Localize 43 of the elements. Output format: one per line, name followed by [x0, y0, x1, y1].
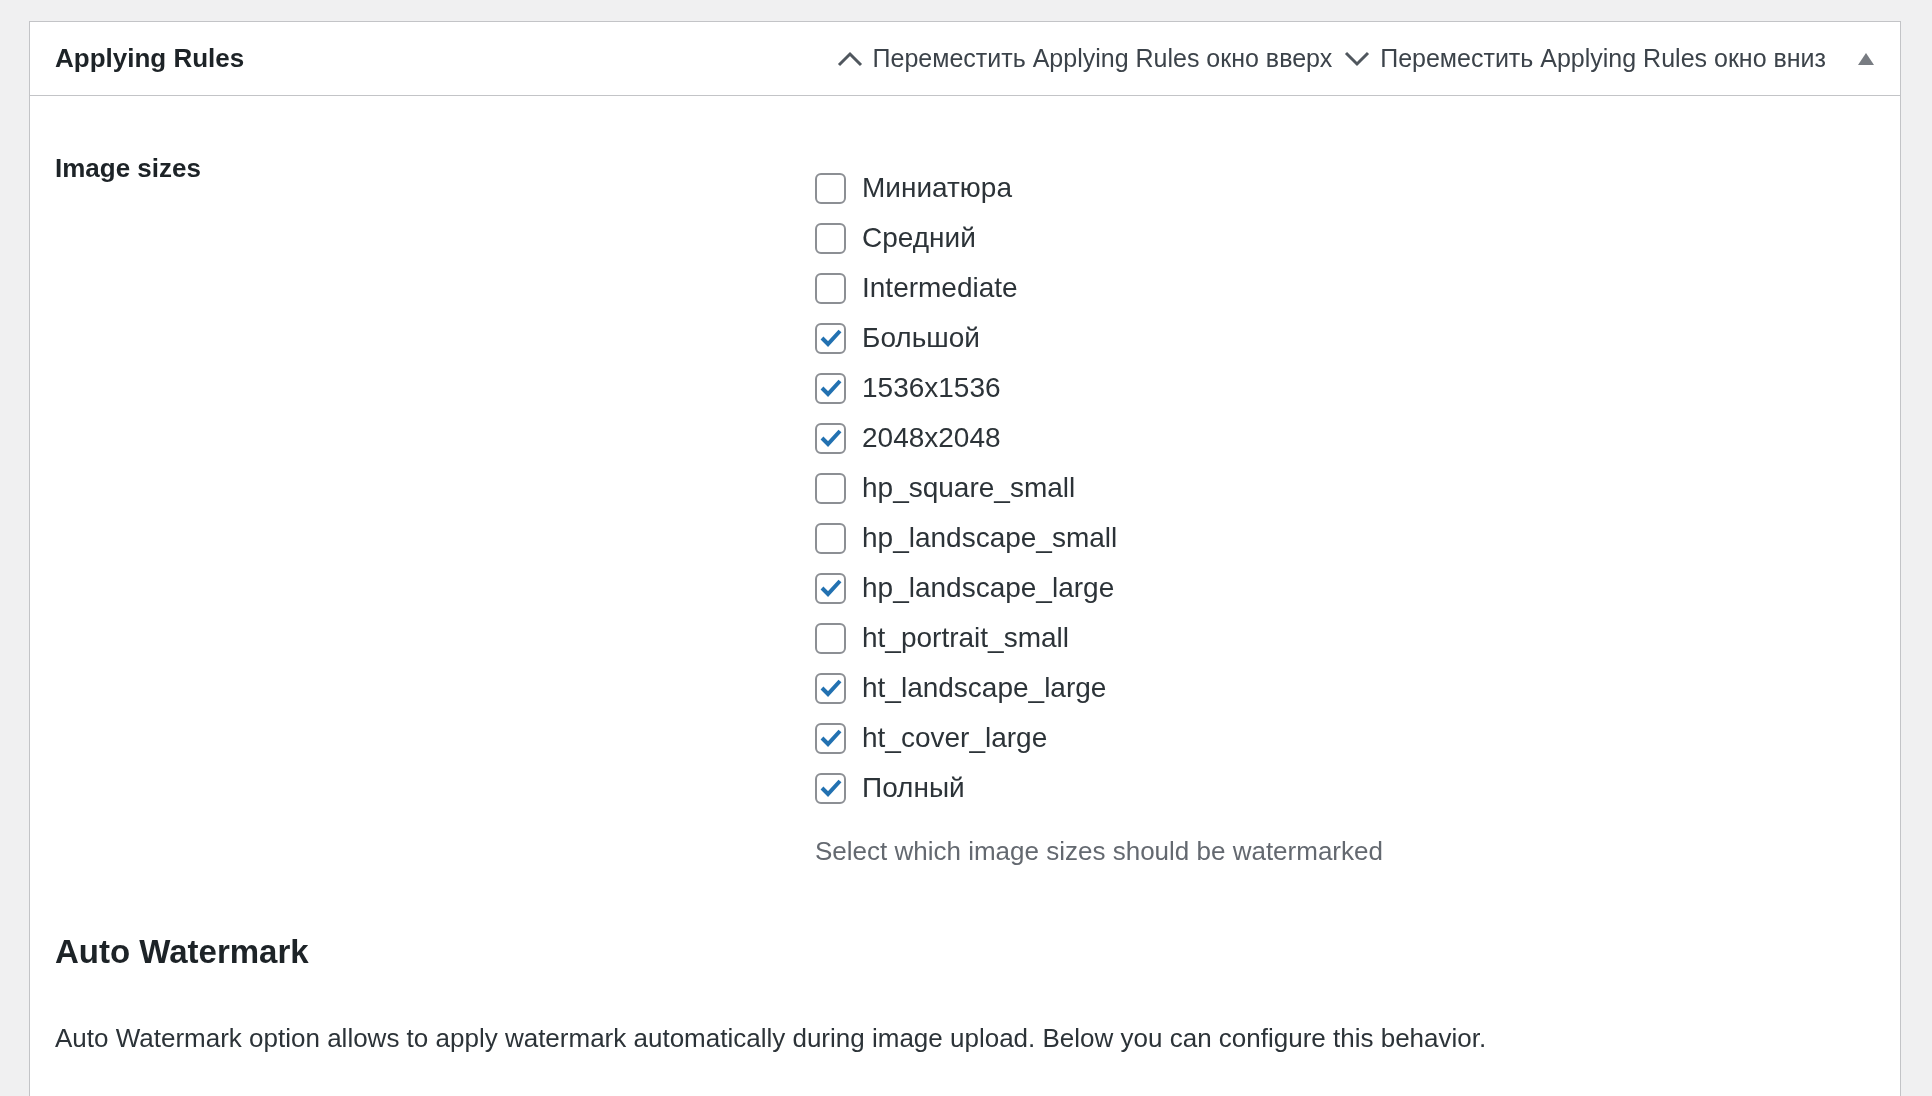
panel-title: Applying Rules [55, 42, 246, 75]
checkbox-label: Средний [862, 221, 976, 255]
checkmark-icon [819, 379, 842, 397]
triangle-icon [1858, 52, 1874, 65]
checkbox[interactable] [815, 172, 846, 204]
checkmark-icon [819, 729, 842, 747]
move-up-button[interactable]: Переместить Applying Rules окно вверх [836, 39, 1333, 78]
checkbox[interactable] [815, 222, 846, 254]
checkbox[interactable] [815, 372, 846, 404]
checkbox-label: 2048x2048 [862, 421, 1001, 455]
checkmark-icon [819, 779, 842, 797]
checkbox-label: Миниатюра [862, 171, 1012, 205]
checkbox[interactable] [815, 272, 846, 304]
checkbox-label: Intermediate [862, 271, 1018, 305]
checkbox[interactable] [815, 422, 846, 454]
move-down-button[interactable]: Переместить Applying Rules окно вниз [1344, 39, 1826, 78]
checkmark-icon [819, 329, 842, 347]
checkmark-icon [819, 579, 842, 597]
chevron-down-icon [1344, 50, 1371, 67]
checkbox-label: hp_landscape_large [862, 571, 1115, 605]
checkbox-label: hp_landscape_small [862, 521, 1118, 555]
checkbox-label: ht_landscape_large [862, 671, 1107, 705]
checkbox-label: 1536x1536 [862, 371, 1001, 405]
checkbox-label: ht_portrait_small [862, 621, 1069, 655]
section-description: Auto Watermark option allows to apply watermark automatically during image upload. Below you can configure this behavior. [55, 1021, 1488, 1055]
checkbox[interactable] [815, 572, 846, 604]
checkbox-label: hp_square_small [862, 471, 1076, 505]
checkbox[interactable] [815, 472, 846, 504]
checkbox-label: Полный [862, 771, 965, 805]
checkmark-icon [819, 679, 842, 697]
checkmark-icon [819, 429, 842, 447]
checkbox-label: ht_cover_large [862, 721, 1048, 755]
checkbox[interactable] [815, 722, 846, 754]
section-heading: Auto Watermark [55, 932, 310, 972]
checkbox[interactable] [815, 672, 846, 704]
checkbox-label: Большой [862, 321, 980, 355]
field-label: Image sizes [55, 153, 201, 183]
checkbox[interactable] [815, 622, 846, 654]
checkbox[interactable] [815, 772, 846, 804]
chevron-up-icon [836, 50, 863, 67]
checkbox[interactable] [815, 522, 846, 554]
field-description: Select which image sizes should be watermarked [815, 835, 1383, 868]
checkbox[interactable] [815, 322, 846, 354]
